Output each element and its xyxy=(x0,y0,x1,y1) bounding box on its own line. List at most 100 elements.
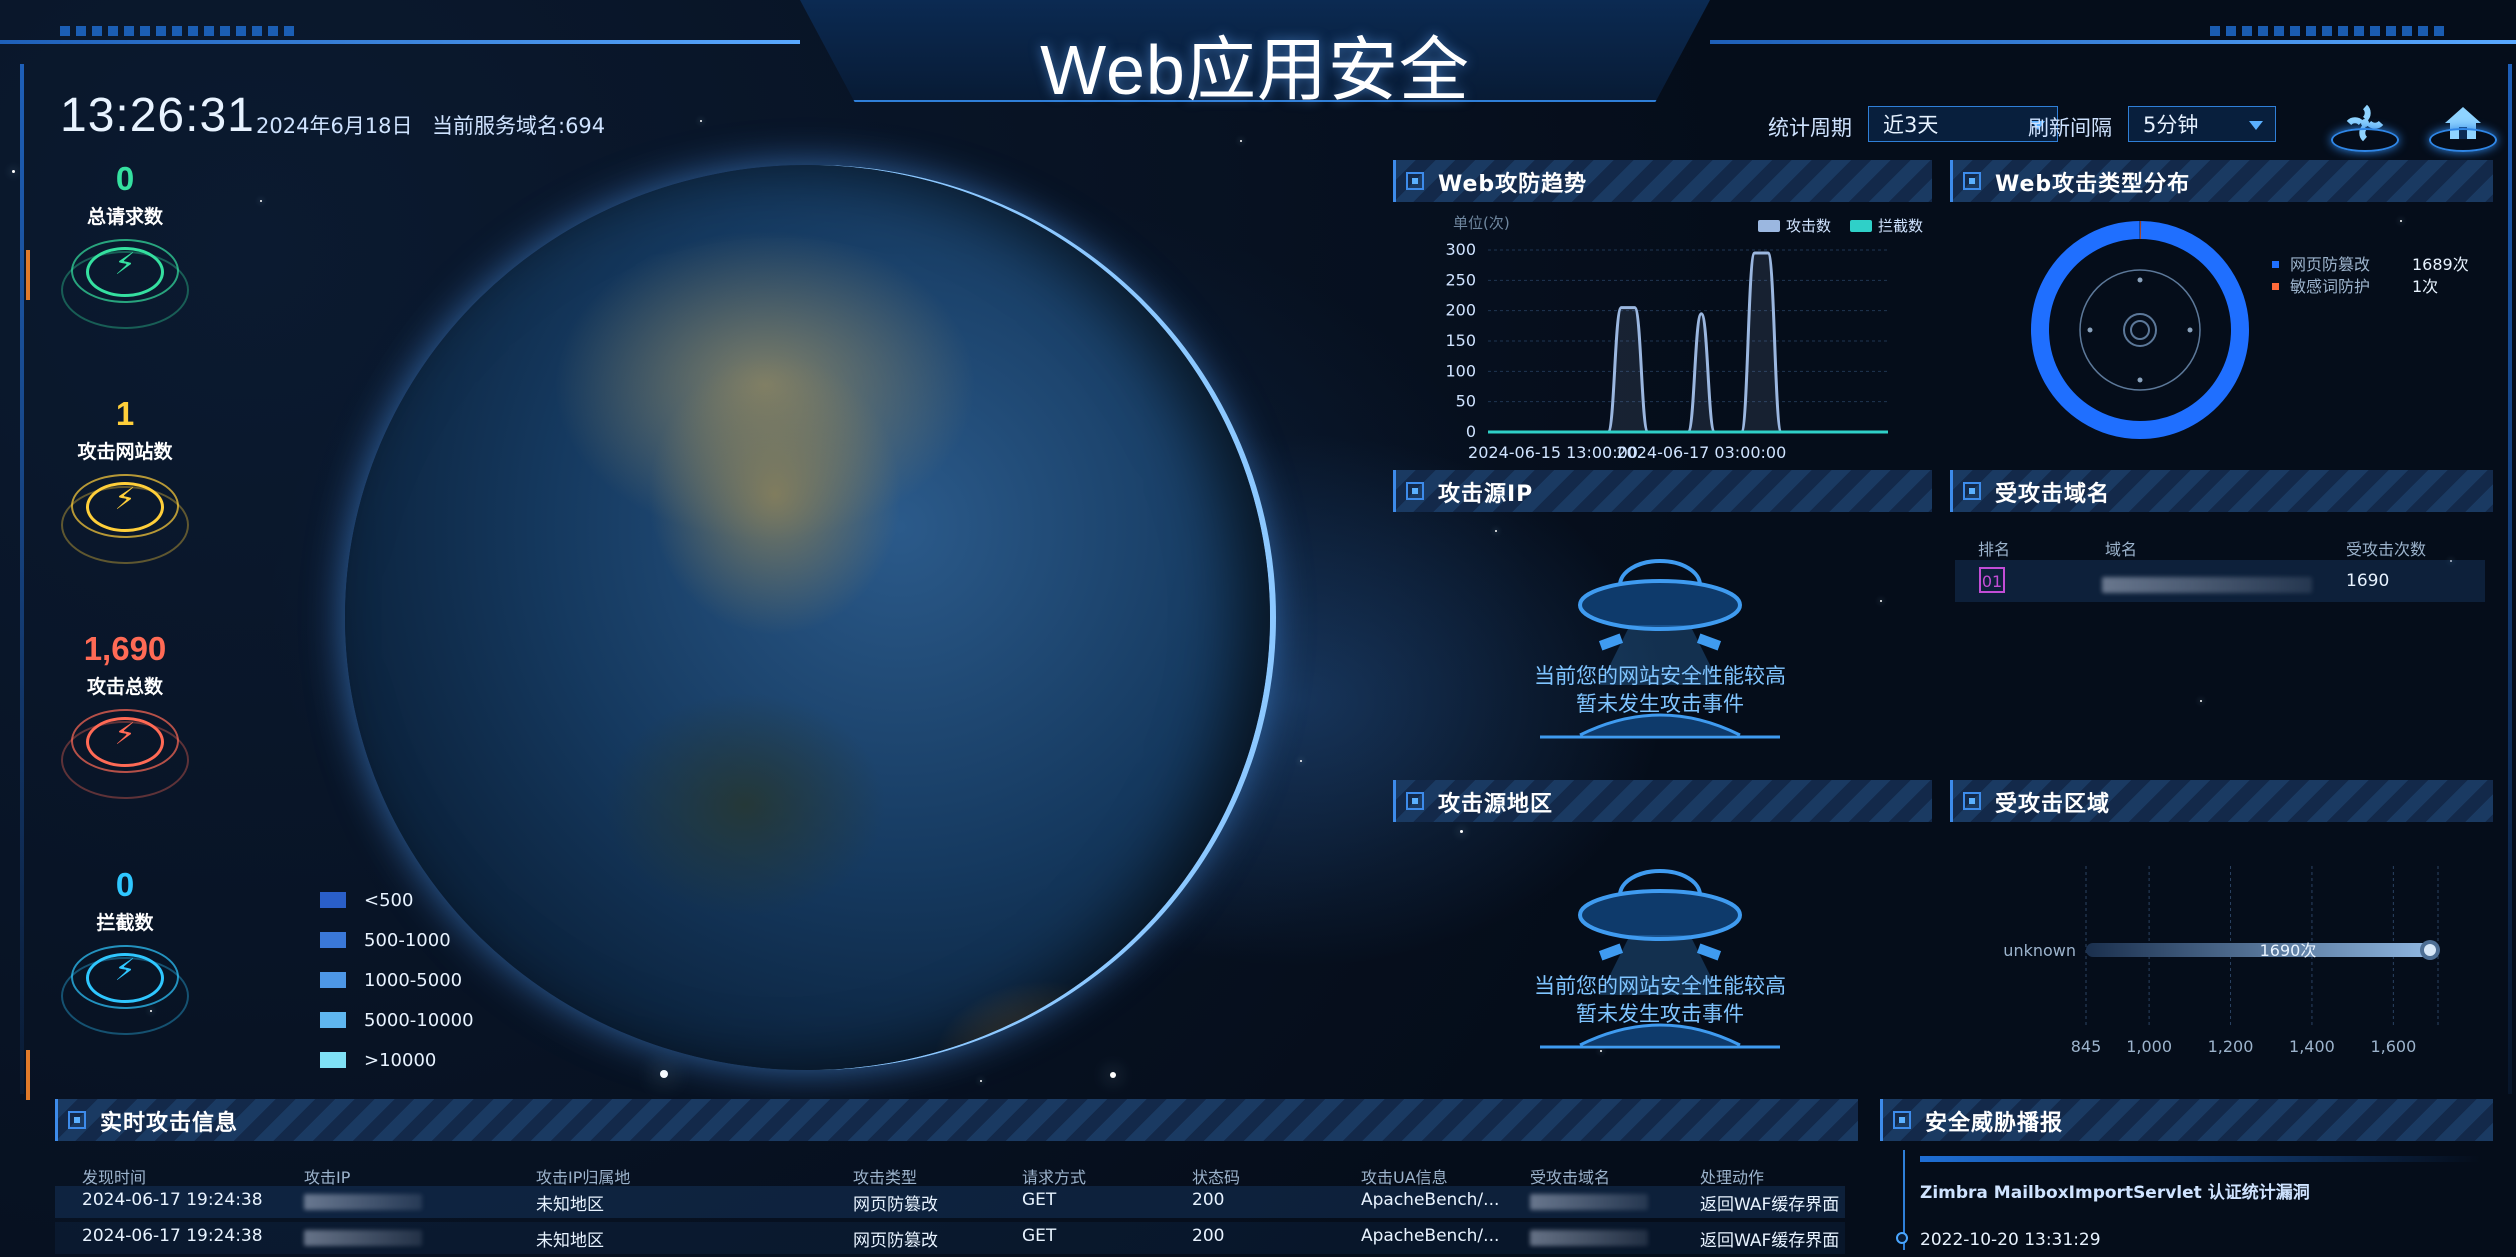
header-line-left xyxy=(0,40,800,44)
panel-title: 攻击源IP xyxy=(1438,482,1534,507)
button-base-ring xyxy=(2331,128,2399,152)
trend-chart[interactable]: 单位(次) 0 50 100 150 200 250 300 2024-06-15 13:00:… xyxy=(1393,206,1933,464)
table-header-count: 受攻击次数 xyxy=(2346,540,2427,559)
cell-region: 未知地区 xyxy=(536,1195,604,1215)
cell-method: GET xyxy=(1022,1226,1057,1246)
panel-title: 实时攻击信息 xyxy=(100,1111,239,1136)
panel-header-realtime: 实时攻击信息 xyxy=(55,1099,1858,1141)
panel-marker-icon xyxy=(1406,792,1424,810)
col-header: 处理动作 xyxy=(1700,1168,1765,1187)
x-tick-label: 2024-06-15 13:00:00 xyxy=(1468,443,1638,462)
frame-accent-left xyxy=(26,250,30,300)
legend-label: <500 xyxy=(364,889,414,911)
y-category-label: unknown xyxy=(2003,941,2076,960)
legend-swatch xyxy=(320,892,346,908)
legend-label: >10000 xyxy=(364,1049,437,1071)
period-select-value: 近3天 xyxy=(1883,113,1939,137)
stat-total-attacks: 1,690 攻击总数 ⚡ xyxy=(40,630,210,799)
col-header: 攻击类型 xyxy=(853,1168,918,1187)
col-header: 攻击UA信息 xyxy=(1361,1168,1448,1187)
legend-label: 攻击数 xyxy=(1786,217,1831,235)
domain-count: 当前服务域名:694 xyxy=(432,114,606,138)
cell-action: 返回WAF缓存界面 xyxy=(1700,1231,1840,1251)
legend-swatch xyxy=(320,972,346,988)
header-stripe-left xyxy=(60,26,300,36)
legend-swatch xyxy=(320,1052,346,1068)
fullscreen-button[interactable] xyxy=(2330,92,2400,154)
donut-tick-mark xyxy=(2137,377,2143,383)
panel-title: Web攻防趋势 xyxy=(1438,172,1588,197)
header: Web应用安全 xyxy=(0,0,2516,110)
refresh-select[interactable]: 5分钟 xyxy=(2128,106,2276,142)
legend-item: 500-1000 xyxy=(320,920,474,960)
y-tick-label: 200 xyxy=(1445,301,1476,320)
star xyxy=(660,1070,668,1078)
donut-tick-mark xyxy=(2187,327,2193,333)
chevron-down-icon xyxy=(2249,121,2263,130)
stat-ring: ⚡ xyxy=(60,945,190,1035)
panel-header-trend: Web攻防趋势 xyxy=(1393,160,1932,202)
cell-status: 200 xyxy=(1192,1190,1225,1210)
panel-marker-icon xyxy=(68,1111,86,1129)
panel-marker-icon xyxy=(1893,1111,1911,1129)
home-button[interactable] xyxy=(2428,92,2498,154)
y-tick-label: 300 xyxy=(1445,240,1476,259)
cell-time: 2024-06-17 19:24:38 xyxy=(82,1190,263,1210)
legend-label: 500-1000 xyxy=(364,929,451,951)
lightning-icon: ⚡ xyxy=(114,247,136,282)
y-tick-label: 250 xyxy=(1445,270,1476,289)
panel-header-source-region: 攻击源地区 xyxy=(1393,780,1932,822)
panel-header-domains: 受攻击域名 xyxy=(1950,470,2493,512)
cell-type: 网页防篡改 xyxy=(853,1195,938,1215)
bar xyxy=(2086,943,2430,957)
domain-name-redacted xyxy=(2102,574,2312,593)
legend-value: 1次 xyxy=(2412,277,2438,296)
panel-marker-icon xyxy=(1406,172,1424,190)
cell-time: 2024-06-17 19:24:38 xyxy=(82,1226,263,1246)
cell-ip-redacted xyxy=(304,1228,422,1248)
col-header: 请求方式 xyxy=(1022,1168,1087,1187)
stat-label: 攻击网站数 xyxy=(77,441,173,463)
cell-status: 200 xyxy=(1192,1226,1225,1246)
x-tick-label: 1,600 xyxy=(2370,1037,2416,1056)
star xyxy=(1495,530,1497,532)
cell-ua: ApacheBench/... xyxy=(1361,1190,1500,1210)
cell-method: GET xyxy=(1022,1190,1057,1210)
panel-marker-icon xyxy=(1963,172,1981,190)
legend-value: 1689次 xyxy=(2412,255,2469,274)
stat-ring: ⚡ xyxy=(60,709,190,799)
page-title: Web应用安全 xyxy=(1040,31,1470,109)
header-line-right xyxy=(1710,40,2516,44)
map-legend: <500 500-1000 1000-5000 5000-10000 >1000… xyxy=(320,880,474,1080)
stat-blocked: 0 拦截数 ⚡ xyxy=(40,866,210,1035)
threat-item-title[interactable]: Zimbra MailboxImportServlet 认证统计漏洞 xyxy=(1920,1178,2310,1203)
stat-attacked-sites: 1 攻击网站数 ⚡ xyxy=(40,395,210,564)
panel-marker-icon xyxy=(1963,482,1981,500)
stat-ring: ⚡ xyxy=(60,474,190,564)
donut-center-ring xyxy=(2123,313,2157,347)
star xyxy=(12,170,15,173)
panel-header-region: 受攻击区域 xyxy=(1950,780,2493,822)
star xyxy=(1460,830,1463,833)
bar-end-dot xyxy=(2424,944,2436,956)
header-stripe-right xyxy=(2210,26,2450,36)
lightning-icon: ⚡ xyxy=(114,953,136,988)
x-tick-label: 1,200 xyxy=(2208,1037,2254,1056)
stat-value: 0 xyxy=(115,866,135,903)
y-tick-label: 150 xyxy=(1445,331,1476,350)
attacked-region-bar-chart[interactable]: 845 1,000 1,200 1,400 1,600 unknown 1690次 xyxy=(1950,826,2490,1076)
stat-value: 1,690 xyxy=(83,630,167,667)
attack-type-donut-chart[interactable]: 网页防篡改 1689次敏感词防护 1次 xyxy=(1950,206,2490,464)
refresh-select-value: 5分钟 xyxy=(2143,113,2199,137)
y-tick-label: 0 xyxy=(1466,422,1476,441)
cell-domain-redacted xyxy=(1530,1228,1648,1248)
legend-label: 敏感词防护 xyxy=(2290,277,2370,296)
globe-map[interactable] xyxy=(345,165,1270,1070)
cell-action: 返回WAF缓存界面 xyxy=(1700,1195,1840,1215)
star xyxy=(1240,140,1242,142)
panel-title: Web攻击类型分布 xyxy=(1995,172,2191,197)
domain-attack-count: 1690 xyxy=(2346,571,2390,591)
legend-item: 5000-10000 xyxy=(320,1000,474,1040)
stat-ring: ⚡ xyxy=(60,239,190,329)
stat-value: 0 xyxy=(115,160,135,197)
